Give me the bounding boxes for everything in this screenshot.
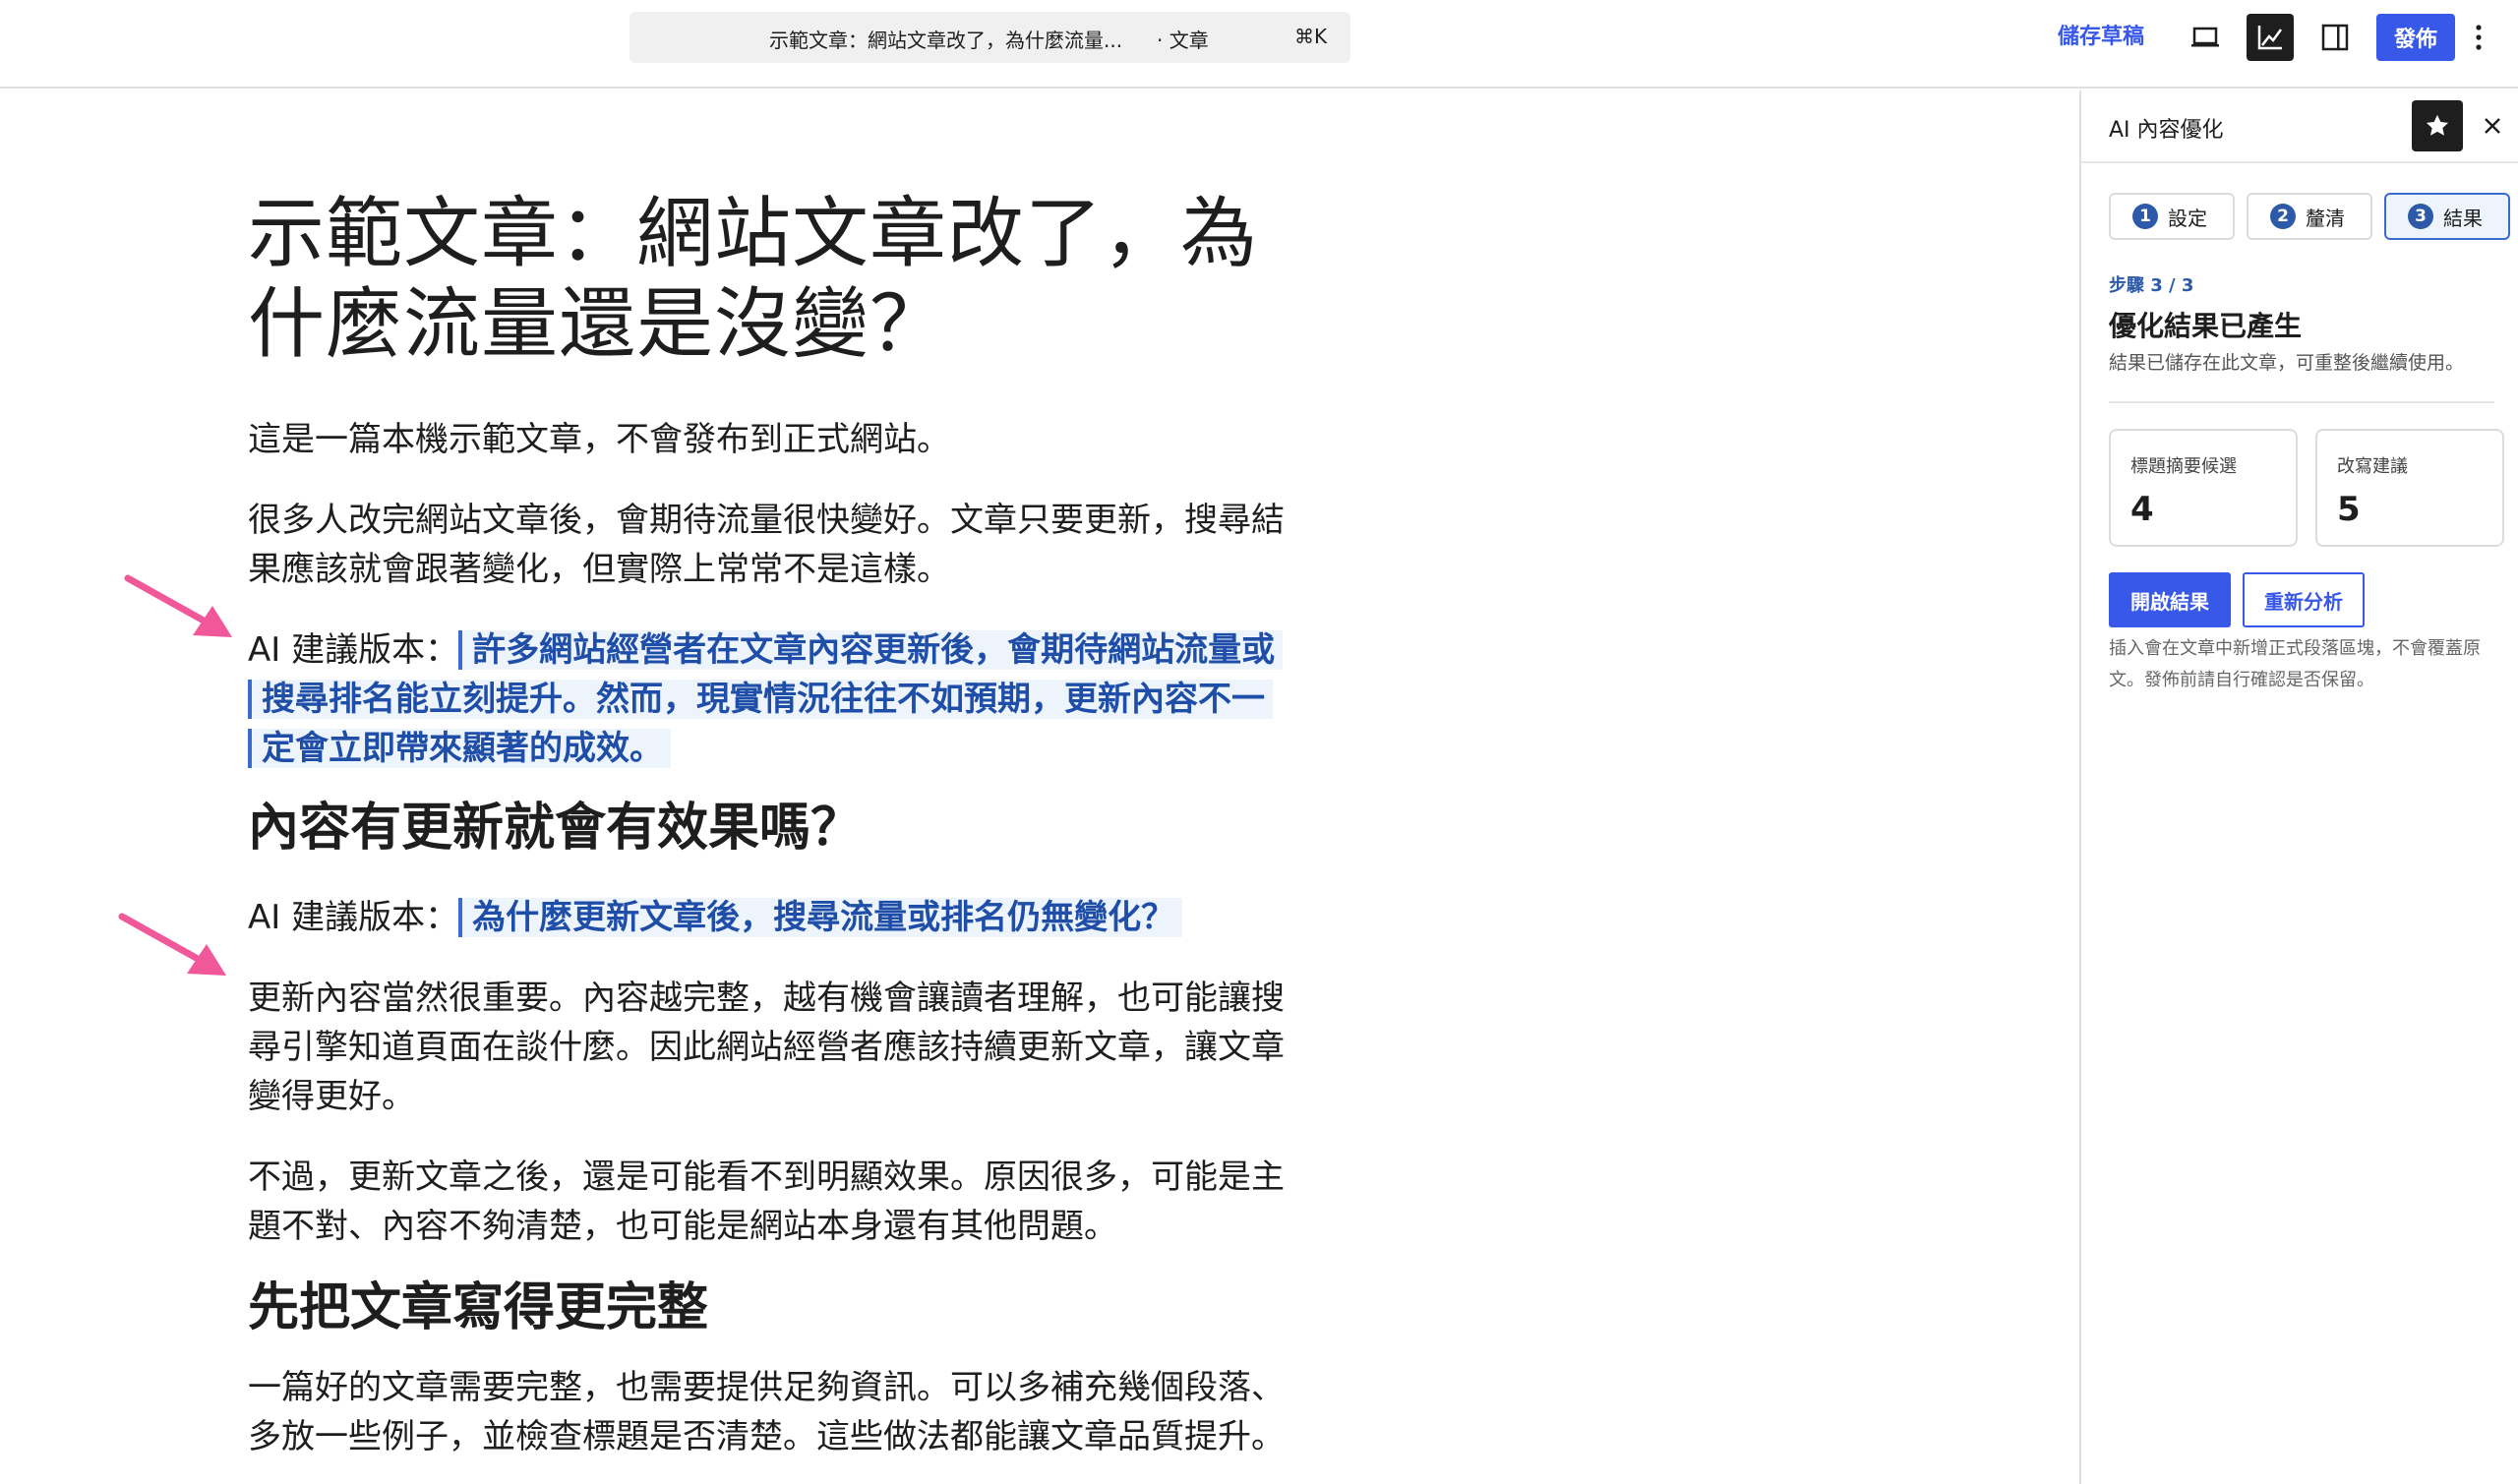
tab-clarify[interactable]: 2 釐清 xyxy=(2247,193,2372,240)
pointer-arrow-icon xyxy=(124,574,232,637)
reanalyze-button[interactable]: 重新分析 xyxy=(2243,572,2365,627)
paragraph-1[interactable]: 很多人改完網站文章後，會期待流量很快變好。文章只要更新，搜尋結果應該就會跟著變化… xyxy=(248,496,1290,594)
step-counter: 步驟 3 / 3 xyxy=(2109,275,2194,296)
ai-suggestion-label: AI 建議版本： xyxy=(248,630,459,670)
close-icon[interactable] xyxy=(2475,106,2510,146)
editor-canvas[interactable]: 示範文章：網站文章改了，為什麼流量還是沒變？ 這是一篇本機示範文章，不會發布到正… xyxy=(0,90,2077,1484)
document-type: · 文章 xyxy=(1157,29,1209,52)
document-bar[interactable]: 示範文章：網站文章改了，為什麼流量... · 文章 ⌘K xyxy=(630,12,1350,63)
ai-suggestion-heading-1[interactable]: AI 建議版本： 為什麼更新文章後，搜尋流量或排名仍無變化？ xyxy=(248,893,1290,942)
sidebar-title: AI 內容優化 xyxy=(2109,118,2224,143)
command-shortcut: ⌘K xyxy=(1294,25,1328,48)
more-vertical-icon[interactable] xyxy=(2459,14,2498,61)
ai-optimization-sidebar: AI 內容優化 1 設定 2 釐清 3 結果 步驟 3 / 3 優化結果已產生 … xyxy=(2079,90,2518,1484)
open-results-button[interactable]: 開啟結果 xyxy=(2109,572,2231,627)
stat-card-title-candidates: 標題摘要候選 4 xyxy=(2109,429,2298,547)
step-number: 2 xyxy=(2270,204,2296,229)
heading-2[interactable]: 先把文章寫得更完整 xyxy=(248,1276,1290,1339)
sidebar-toggle-icon[interactable] xyxy=(2311,14,2359,61)
stat-value: 4 xyxy=(2130,490,2154,529)
divider xyxy=(2109,401,2494,403)
ai-suggestion-label: AI 建議版本： xyxy=(248,898,459,937)
stat-value: 5 xyxy=(2337,490,2361,529)
step-label: 釐清 xyxy=(2306,206,2345,230)
stat-label: 標題摘要候選 xyxy=(2130,456,2237,477)
tab-results[interactable]: 3 結果 xyxy=(2384,193,2510,240)
ai-suggestion-paragraph-1[interactable]: AI 建議版本： 許多網站經營者在文章內容更新後，會期待網站流量或搜尋排名能立刻提… xyxy=(248,625,1290,773)
publish-button[interactable]: 發佈 xyxy=(2376,14,2455,61)
step-label: 設定 xyxy=(2168,206,2207,230)
step-label: 結果 xyxy=(2443,206,2483,230)
post-title[interactable]: 示範文章：網站文章改了，為什麼流量還是沒變？ xyxy=(248,189,1290,370)
insert-note: 插入會在文章中新增正式段落區塊，不會覆蓋原文。發佈前請自行確認是否保留。 xyxy=(2109,638,2481,690)
result-description: 結果已儲存在此文章，可重整後繼續使用。 xyxy=(2109,352,2465,374)
document-title: 示範文章：網站文章改了，為什麼流量... xyxy=(769,29,1123,52)
paragraph-3[interactable]: 不過，更新文章之後，還是可能看不到明顯效果。原因很多，可能是主題不對、內容不夠清… xyxy=(248,1153,1290,1251)
star-icon[interactable] xyxy=(2412,100,2463,151)
intro-paragraph[interactable]: 這是一篇本機示範文章，不會發布到正式網站。 xyxy=(248,415,1290,464)
heading-1[interactable]: 內容有更新就會有效果嗎？ xyxy=(248,797,1290,860)
desktop-preview-icon[interactable] xyxy=(2182,14,2229,61)
step-tabs: 1 設定 2 釐清 3 結果 xyxy=(2109,193,2512,240)
step-number: 3 xyxy=(2408,204,2433,229)
sidebar-header: AI 內容優化 xyxy=(2081,90,2518,163)
step-number: 1 xyxy=(2132,204,2158,229)
paragraph-4[interactable]: 一篇好的文章需要完整，也需要提供足夠資訊。可以多補充幾個段落、多放一些例子，並檢… xyxy=(248,1363,1290,1461)
ai-suggestion-text: 為什麼更新文章後，搜尋流量或排名仍無變化？ xyxy=(458,898,1183,937)
chart-icon[interactable] xyxy=(2247,14,2294,61)
stat-card-rewrite-suggestions: 改寫建議 5 xyxy=(2315,429,2504,547)
result-title: 優化結果已產生 xyxy=(2109,310,2303,342)
editor-top-bar: 示範文章：網站文章改了，為什麼流量... · 文章 ⌘K 儲存草稿 發佈 xyxy=(0,0,2518,89)
tab-settings[interactable]: 1 設定 xyxy=(2109,193,2235,240)
stat-label: 改寫建議 xyxy=(2337,456,2408,477)
pointer-arrow-icon xyxy=(118,913,226,976)
save-draft-button[interactable]: 儲存草稿 xyxy=(2058,20,2144,55)
paragraph-2[interactable]: 更新內容當然很重要。內容越完整，越有機會讓讀者理解，也可能讓搜尋引擎知道頁面在談… xyxy=(248,974,1290,1121)
